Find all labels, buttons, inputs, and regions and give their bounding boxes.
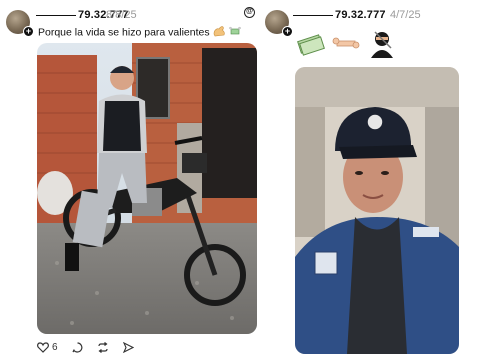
right-post-date: 4/7/25 [390, 9, 421, 21]
share-icon [122, 342, 134, 353]
left-post-date: 8/8/25 [106, 9, 137, 21]
right-username[interactable]: 79.32.777 [293, 9, 386, 21]
comment-button[interactable] [72, 342, 83, 353]
like-count: 6 [52, 342, 58, 353]
bone-item-icon [332, 37, 360, 49]
comment-icon [72, 342, 82, 353]
ninja-icon [371, 31, 393, 58]
left-post: + 79.32.777 8/8/25 @ Porque la vida se h… [0, 0, 262, 360]
left-post-actions: 6 [37, 342, 148, 353]
left-post-caption: Porque la vida se hizo para valientes [38, 25, 242, 40]
follow-plus-icon[interactable]: + [282, 26, 293, 37]
threads-logo-icon[interactable]: @ [244, 7, 255, 18]
caption-text: Porque la vida se hizo para valientes [38, 26, 210, 39]
share-button[interactable] [122, 342, 134, 353]
left-post-photo[interactable] [37, 43, 257, 334]
heart-icon [37, 342, 49, 353]
right-post-emojis [297, 28, 397, 58]
right-post: + 79.32.777 4/7/25 [262, 0, 480, 360]
username-redaction-underline [293, 15, 333, 16]
money-with-wings-icon [228, 25, 242, 40]
right-post-photo[interactable] [295, 67, 459, 354]
follow-plus-icon[interactable]: + [23, 26, 34, 37]
repost-icon [97, 342, 108, 353]
repost-button[interactable] [97, 342, 109, 353]
flexed-biceps-icon [213, 25, 226, 40]
username-redaction-underline [36, 15, 76, 16]
username-text: 79.32.777 [335, 9, 386, 21]
money-stack-icon [297, 34, 325, 56]
like-button[interactable]: 6 [37, 342, 58, 353]
